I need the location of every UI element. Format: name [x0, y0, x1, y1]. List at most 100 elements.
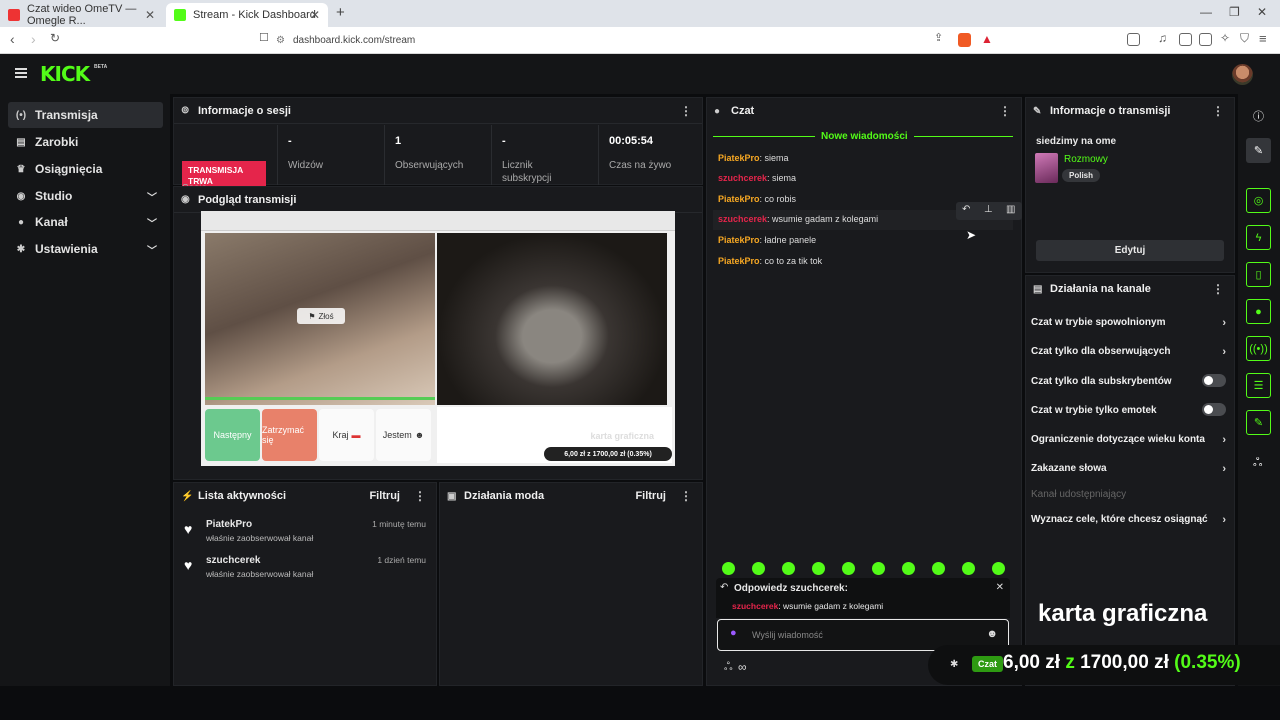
sidebar-item-ustawienia[interactable]: ✱ Ustawienia ﹀	[8, 236, 163, 262]
emote-icon[interactable]	[932, 562, 945, 575]
pin-icon[interactable]: ⊥	[984, 204, 993, 215]
filter-button[interactable]: Filtruj	[635, 490, 666, 502]
stream-preview-video[interactable]: ⚑ Złoś Następny Zatrzymać się Kraj ▬ Jest…	[201, 211, 675, 466]
action-goals[interactable]: Wyznacz cele, które chcesz osiągnąć ›	[1031, 514, 1226, 526]
brave-shield-icon[interactable]	[958, 33, 971, 47]
edit-icon[interactable]: ✎	[1246, 138, 1271, 163]
emote-icon[interactable]	[812, 562, 825, 575]
share-icon[interactable]: ⇪	[934, 31, 943, 44]
bookmark-icon[interactable]: ☐	[259, 31, 269, 44]
sidebar-item-kanal[interactable]: ● Kanał ﹀	[8, 209, 163, 235]
activity-user[interactable]: szuchcerek	[206, 555, 260, 566]
reply-icon[interactable]: ↶	[962, 204, 970, 215]
leo-ai-icon[interactable]: ✧	[1220, 31, 1230, 45]
sidebar-toggle-icon[interactable]	[1127, 33, 1140, 46]
kebab-menu-icon[interactable]: ⋮	[1212, 104, 1224, 118]
kebab-menu-icon[interactable]: ⋮	[680, 489, 692, 503]
info-icon[interactable]: ⓘ	[1253, 108, 1264, 124]
users-icon[interactable]: ஃ	[724, 661, 733, 675]
chat-username[interactable]: szuchcerek	[718, 214, 767, 224]
vpn-icon[interactable]: ⛉	[1240, 31, 1249, 46]
chat-username[interactable]: PiatekPro	[718, 235, 760, 245]
delete-icon[interactable]: ▥	[1006, 204, 1015, 215]
chat-message[interactable]: PiatekPro: co to za tik tok	[718, 256, 822, 266]
action-followers-only[interactable]: Czat tylko dla obserwujących ›	[1031, 346, 1226, 358]
chat-message[interactable]: szuchcerek: siema	[718, 173, 796, 183]
emote-icon[interactable]	[842, 562, 855, 575]
infinity-icon[interactable]: ∞	[738, 660, 747, 674]
close-window-icon[interactable]: ✕	[1257, 5, 1267, 19]
site-info-icon[interactable]: ⚙	[276, 35, 285, 46]
forward-icon[interactable]: ›	[31, 31, 36, 47]
microphone-icon[interactable]: ●	[730, 627, 737, 639]
broadcast-icon[interactable]: ((•))	[1246, 336, 1271, 361]
report-button[interactable]: ⚑ Złoś	[297, 308, 345, 324]
kebab-menu-icon[interactable]: ⋮	[414, 489, 426, 503]
sidebar-item-osiagniecia[interactable]: ♛ Osiągnięcia	[8, 156, 163, 182]
emote-icon[interactable]	[992, 562, 1005, 575]
emote-icon[interactable]	[902, 562, 915, 575]
close-tab-icon[interactable]: ✕	[310, 8, 320, 22]
emote-icon[interactable]	[782, 562, 795, 575]
gear-icon[interactable]: ✱	[950, 659, 958, 670]
reader-icon[interactable]	[1179, 33, 1192, 46]
new-tab-icon[interactable]: +	[336, 4, 345, 21]
restore-icon[interactable]: ❐	[1229, 5, 1240, 19]
action-banned-words[interactable]: Zakazane słowa ›	[1031, 463, 1226, 475]
chat-username[interactable]: PiatekPro	[718, 256, 760, 266]
sidebar-item-transmisja[interactable]: (•) Transmisja	[8, 102, 163, 128]
country-button[interactable]: Kraj ▬	[319, 409, 374, 461]
stop-button[interactable]: Zatrzymać się	[262, 409, 317, 461]
chat-message[interactable]: szuchcerek: wsumie gadam z kolegami	[718, 214, 878, 224]
reload-icon[interactable]: ↻	[50, 31, 60, 45]
action-slow-mode[interactable]: Czat w trybie spowolnionym ›	[1031, 317, 1226, 329]
avatar[interactable]	[1232, 64, 1253, 85]
emote-icon[interactable]	[872, 562, 885, 575]
activity-user[interactable]: PiatekPro	[206, 519, 252, 530]
music-icon[interactable]: ♫	[1158, 31, 1167, 45]
back-icon[interactable]: ‹	[10, 31, 15, 47]
filter-button[interactable]: Filtruj	[369, 490, 400, 502]
chat-message[interactable]: PiatekPro: ładne panele	[718, 235, 816, 245]
close-icon[interactable]: ✕	[996, 582, 1004, 593]
document-icon[interactable]: ▯	[1246, 262, 1271, 287]
emote-icon[interactable]	[962, 562, 975, 575]
emoji-icon[interactable]: ☻	[986, 628, 998, 640]
kebab-menu-icon[interactable]: ⋮	[999, 104, 1011, 118]
menu-icon[interactable]: ≡	[1259, 31, 1267, 46]
chat-message[interactable]: PiatekPro: co robis	[718, 194, 796, 204]
wallet-icon[interactable]	[1199, 33, 1212, 46]
users-icon[interactable]: ஃ	[1253, 455, 1262, 471]
tag-badge[interactable]: Polish	[1062, 169, 1101, 182]
emote-icon[interactable]	[752, 562, 765, 575]
close-tab-icon[interactable]: ✕	[145, 8, 155, 22]
browser-tab-kick[interactable]: Stream - Kick Dashboard ✕	[166, 3, 328, 27]
layers-icon[interactable]: ☰	[1246, 373, 1271, 398]
action-account-age[interactable]: Ograniczenie dotyczące wieku konta ›	[1031, 434, 1226, 446]
chat-icon[interactable]: ●	[1246, 299, 1271, 324]
camera-icon[interactable]: ◎	[1246, 188, 1271, 213]
edit-button[interactable]: Edytuj	[1036, 240, 1224, 261]
subscribers-only-toggle[interactable]	[1202, 374, 1226, 387]
url-field[interactable]: ⚙ dashboard.kick.com/stream	[276, 30, 1002, 50]
sidebar-item-zarobki[interactable]: ▤ Zarobki	[8, 129, 163, 155]
category-link[interactable]: Rozmowy	[1064, 154, 1108, 165]
gender-button[interactable]: Jestem ☻	[376, 409, 431, 461]
chat-message[interactable]: PiatekPro: siema	[718, 153, 789, 163]
sidebar-item-studio[interactable]: ◉ Studio ﹀	[8, 183, 163, 209]
kebab-menu-icon[interactable]: ⋮	[680, 104, 692, 118]
browser-tab-ometv[interactable]: Czat wideo OmeTV — Omegle R... ✕	[0, 3, 163, 27]
next-button[interactable]: Następny	[205, 409, 260, 461]
wrench-icon[interactable]: ✎	[1246, 410, 1271, 435]
minimize-icon[interactable]: —	[1200, 5, 1212, 19]
emote-only-toggle[interactable]	[1202, 403, 1226, 416]
brave-rewards-icon[interactable]: ▲	[981, 32, 993, 46]
emote-icon[interactable]	[722, 562, 735, 575]
chat-username[interactable]: szuchcerek	[718, 173, 767, 183]
chat-username[interactable]: PiatekPro	[718, 194, 760, 204]
chat-send-button[interactable]: Czat	[972, 656, 1004, 672]
kick-logo[interactable]: KICK	[40, 62, 90, 86]
chat-username[interactable]: PiatekPro	[718, 153, 760, 163]
hamburger-menu-icon[interactable]	[15, 68, 27, 80]
kebab-menu-icon[interactable]: ⋮	[1212, 282, 1224, 296]
